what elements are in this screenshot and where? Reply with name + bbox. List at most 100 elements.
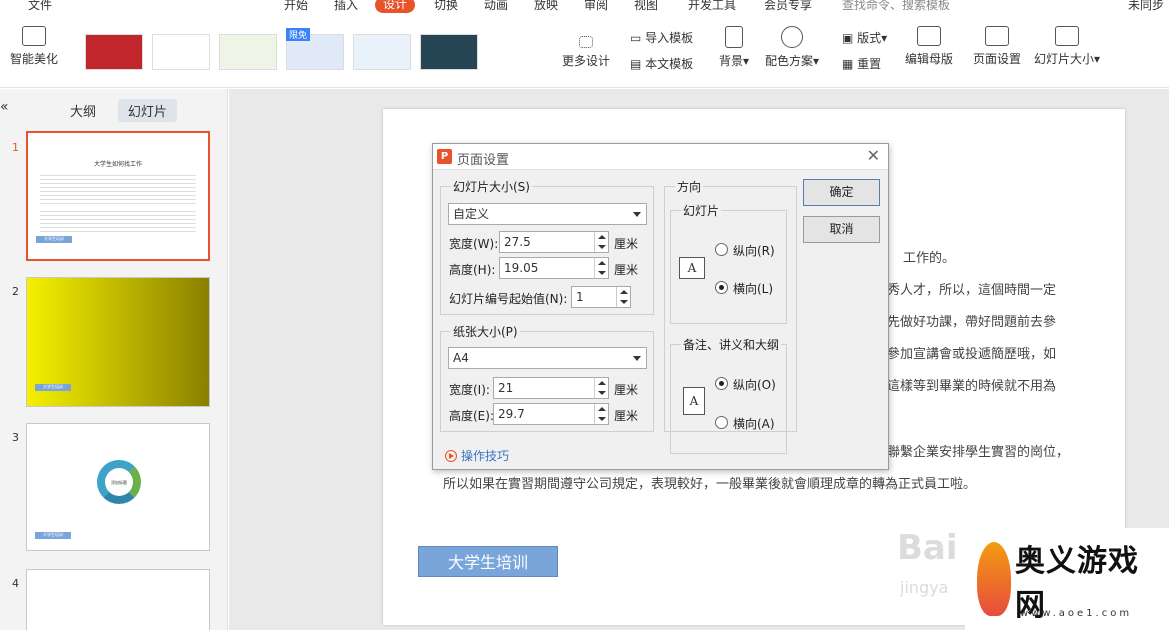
chevron-down-icon [633, 212, 641, 217]
slides-portrait-label: 纵向(R) [733, 244, 775, 258]
color-scheme-button[interactable]: 配色方案▾ [762, 26, 822, 69]
body-template-button[interactable]: ▤ 本文模板 [630, 55, 693, 72]
slide-title-button[interactable]: 大学生培训 [418, 546, 558, 577]
slide-panel: « 大纲 幻灯片 1 大学生如何找工作 大学生培训 2 大学生培训 3 添加标题… [0, 89, 228, 630]
spin-arrows-icon[interactable] [616, 287, 630, 307]
template-thumb[interactable] [494, 34, 544, 70]
menu-view[interactable]: 视图 [634, 0, 658, 13]
cancel-button[interactable]: 取消 [803, 216, 880, 243]
template-thumb[interactable] [85, 34, 143, 70]
spin-arrows-icon[interactable] [594, 404, 608, 424]
flame-logo-icon [977, 542, 1011, 616]
slide-text-line[interactable]: 聯繫企業安排學生實習的崗位， [887, 441, 1069, 460]
doc-icon: ▤ [630, 57, 646, 71]
thumb-button: 大学生培训 [36, 236, 72, 243]
slide-text-line[interactable]: 這樣等到畢業的時候就不用為 [887, 375, 1056, 394]
unit-label: 厘米 [614, 383, 639, 397]
menu-animation[interactable]: 动画 [484, 0, 508, 13]
tab-slides[interactable]: 幻灯片 [117, 99, 177, 122]
portrait-page-icon: A [683, 387, 705, 415]
paper-height-input[interactable]: 29.7 [493, 403, 609, 425]
menu-developer[interactable]: 开发工具 [688, 0, 736, 13]
slide-size-value: 自定义 [453, 207, 490, 221]
slides-orientation-label: 幻灯片 [681, 202, 722, 219]
menu-file[interactable]: 文件 [28, 0, 52, 13]
reset-button[interactable]: ▦ 重置 [842, 55, 881, 72]
panel-tabs: 大纲 幻灯片 [60, 99, 185, 122]
slide-size-label: 幻灯片大小 [1033, 52, 1094, 66]
wps-logo-icon: P [437, 149, 452, 164]
slide-text-line[interactable]: 所以如果在實習期間遵守公司規定，表現較好，一般畢業後就會順理成章的轉為正式員工啦… [443, 473, 976, 492]
slides-portrait-radio[interactable] [715, 243, 728, 256]
template-thumb[interactable] [152, 34, 210, 70]
import-template-button[interactable]: ▭ 导入模板 [630, 29, 693, 46]
ok-button[interactable]: 确定 [803, 179, 880, 206]
tips-link[interactable]: 操作技巧 [445, 447, 509, 464]
paper-width-value: 21 [498, 381, 514, 395]
template-thumb[interactable]: 限免 [286, 28, 344, 70]
chevron-down-icon [633, 356, 641, 361]
body-template-label: 本文模板 [645, 57, 694, 71]
menu-member[interactable]: 会员专享 [764, 0, 812, 13]
template-thumb[interactable] [353, 34, 411, 70]
design-ribbon: 智能美化 限免 更多设计 ▭ 导入模板 ▤ 本文模板 背景▾ 配色方案▾ ▣ 版… [0, 14, 1169, 88]
height-label: 高度(H): [449, 263, 496, 277]
slide-text-line[interactable]: 參加宣講會或投遞簡歷哦，如 [887, 343, 1056, 362]
paper-width-input[interactable]: 21 [493, 377, 609, 399]
width-input[interactable]: 27.5 [499, 231, 609, 253]
slide-number: 2 [12, 285, 19, 298]
import-icon: ▭ [630, 31, 646, 45]
thumb-text [40, 208, 196, 232]
thumb-text [40, 172, 196, 204]
menu-review[interactable]: 审阅 [584, 0, 608, 13]
palette-icon [781, 26, 803, 48]
free-badge: 限免 [286, 28, 311, 41]
slide-thumb-2[interactable]: 大学生培训 [26, 277, 210, 407]
close-icon[interactable]: ✕ [867, 146, 880, 165]
spin-arrows-icon[interactable] [594, 258, 608, 278]
layout-button[interactable]: ▣ 版式▾ [842, 29, 887, 46]
menu-insert[interactable]: 插入 [334, 0, 358, 13]
height-input[interactable]: 19.05 [499, 257, 609, 279]
notes-landscape-label: 横向(A) [733, 417, 775, 431]
layout-label: 版式 [857, 31, 882, 45]
slide-thumb-4[interactable] [26, 569, 210, 630]
more-design-button[interactable]: 更多设计 [558, 36, 614, 69]
slide-thumb-1[interactable]: 大学生如何找工作 大学生培训 [26, 131, 210, 261]
menu-transition[interactable]: 切换 [434, 0, 458, 13]
command-search[interactable]: 查找命令、搜索模板 [842, 0, 950, 13]
sync-status[interactable]: 未同步 [1128, 0, 1164, 13]
edit-master-label: 编辑母版 [904, 52, 953, 66]
notes-landscape-radio[interactable] [715, 416, 728, 429]
slide-thumb-3[interactable]: 添加标题 大学生培训 [26, 423, 210, 551]
notes-portrait-radio[interactable] [715, 377, 728, 390]
slide-size-button[interactable]: 幻灯片大小▾ [1031, 26, 1103, 67]
menu-design[interactable]: 设计 [375, 0, 416, 13]
spin-arrows-icon[interactable] [594, 378, 608, 398]
template-thumb[interactable] [219, 34, 277, 70]
smart-beautify-button[interactable]: 智能美化 [4, 26, 64, 67]
template-thumb[interactable] [420, 34, 478, 70]
slide-text-line[interactable]: 先做好功課，帶好問題前去參 [887, 311, 1056, 330]
collapse-icon[interactable]: « [0, 99, 9, 115]
menu-home[interactable]: 开始 [284, 0, 308, 13]
grid-icon [579, 36, 593, 48]
thumb-title: 大学生如何找工作 [93, 161, 142, 168]
tab-outline[interactable]: 大纲 [60, 99, 106, 122]
spin-arrows-icon[interactable] [594, 232, 608, 252]
slide-size-select[interactable]: 自定义 [448, 203, 647, 225]
page-setup-button[interactable]: 页面设置 [971, 26, 1023, 67]
background-button[interactable]: 背景▾ [714, 26, 754, 69]
menu-slideshow[interactable]: 放映 [534, 0, 558, 13]
color-scheme-label: 配色方案 [764, 54, 813, 68]
smart-beautify-label: 智能美化 [9, 52, 58, 66]
slide-text-line[interactable]: 秀人才，所以，這個時間一定 [887, 279, 1056, 298]
paper-size-select[interactable]: A4 [448, 347, 647, 369]
edit-master-button[interactable]: 编辑母版 [903, 26, 955, 67]
paper-height-value: 29.7 [498, 407, 525, 421]
slide-text-line[interactable]: 工作的。 [903, 247, 955, 266]
slides-landscape-radio[interactable] [715, 281, 728, 294]
start-number-input[interactable]: 1 [571, 286, 631, 308]
paper-height-label: 高度(E): [449, 409, 494, 423]
play-icon [445, 450, 457, 462]
